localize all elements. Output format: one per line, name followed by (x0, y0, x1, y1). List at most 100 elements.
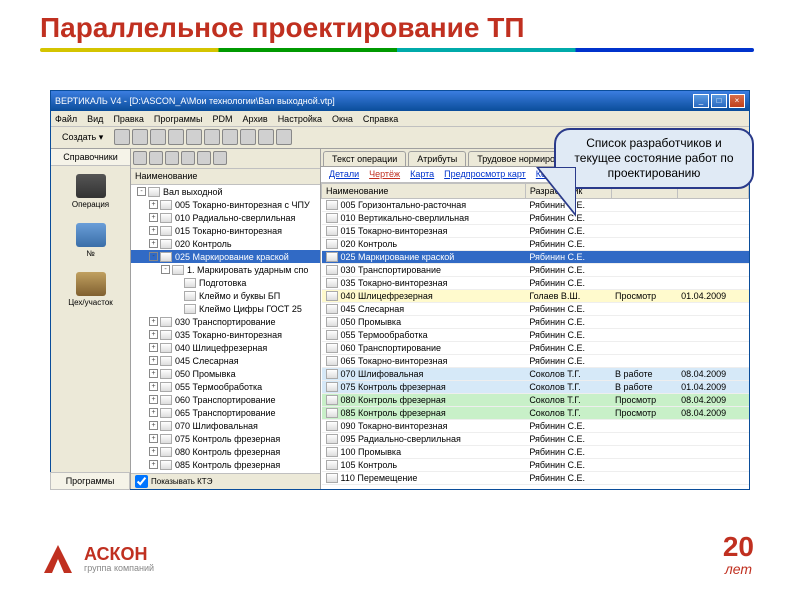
table-row[interactable]: 060 ТранспортированиеРябинин С.Е. (322, 342, 749, 355)
table-row[interactable]: 095 Радиально-сверлильнаяРябинин С.Е. (322, 433, 749, 446)
expander-icon[interactable]: + (149, 382, 158, 391)
tree-node[interactable]: +015 Токарно-винторезная (131, 224, 320, 237)
expander-icon[interactable]: - (137, 187, 146, 196)
tree-node[interactable]: Подготовка (131, 276, 320, 289)
expander-icon[interactable]: + (149, 226, 158, 235)
expander-icon[interactable]: + (149, 434, 158, 443)
expander-icon[interactable]: - (149, 252, 158, 261)
table-row[interactable]: 070 ШлифовальнаяСоколов Т.Г.В работе08.0… (322, 368, 749, 381)
tree-node[interactable]: +030 Транспортирование (131, 315, 320, 328)
expander-icon[interactable]: + (149, 213, 158, 222)
sub-link[interactable]: Чертёж (369, 169, 400, 180)
tree-body[interactable]: -Вал выходной+005 Токарно-винторезная с … (131, 185, 320, 473)
menu-Архив[interactable]: Архив (242, 114, 267, 124)
expander-icon[interactable]: + (149, 356, 158, 365)
tree-node[interactable]: +075 Контроль фрезерная (131, 432, 320, 445)
tree-node[interactable]: -1. Маркировать ударным спо (131, 263, 320, 276)
menu-Справка[interactable]: Справка (363, 114, 398, 124)
table-container[interactable]: НаименованиеРазработчик 005 Горизонтальн… (321, 183, 749, 489)
table-row[interactable]: 045 СлесарнаяРябинин С.Е. (322, 303, 749, 316)
menu-Программы[interactable]: Программы (154, 114, 203, 124)
view-tab[interactable]: Текст операции (323, 151, 406, 166)
tree-node[interactable]: +080 Контроль фрезерная (131, 445, 320, 458)
table-row[interactable]: 080 Контроль фрезернаяСоколов Т.Г.Просмо… (322, 394, 749, 407)
menu-Файл[interactable]: Файл (55, 114, 77, 124)
tree-node[interactable]: +060 Транспортирование (131, 393, 320, 406)
expander-icon[interactable]: + (149, 395, 158, 404)
tool-icon-5[interactable] (204, 129, 220, 145)
expander-icon[interactable]: - (161, 265, 170, 274)
table-row[interactable]: 040 ШлицефрезернаяГолаев В.Ш.Просмотр01.… (322, 290, 749, 303)
table-row[interactable]: 085 Контроль фрезернаяСоколов Т.Г.Просмо… (322, 407, 749, 420)
tree-node[interactable]: +085 Контроль фрезерная (131, 458, 320, 471)
expander-icon[interactable]: + (149, 408, 158, 417)
tool-icon-0[interactable] (114, 129, 130, 145)
table-row[interactable]: 100 ПромывкаРябинин С.Е. (322, 446, 749, 459)
sidebar-Операция[interactable]: Операция (51, 166, 130, 215)
table-row[interactable]: 055 ТермообработкаРябинин С.Е. (322, 329, 749, 342)
tree-node[interactable]: +020 Контроль (131, 237, 320, 250)
table-row[interactable]: 090 Токарно-винторезнаяРябинин С.Е. (322, 420, 749, 433)
tool-icon-4[interactable] (186, 129, 202, 145)
col-header[interactable]: Наименование (322, 184, 526, 199)
expander-icon[interactable]: + (149, 369, 158, 378)
sidebar-tab-ref[interactable]: Справочники (51, 149, 130, 166)
sidebar-№[interactable]: № (51, 215, 130, 264)
table-row[interactable]: 020 КонтрольРябинин С.Е. (322, 238, 749, 251)
menu-PDM[interactable]: PDM (212, 114, 232, 124)
tree-tool-5[interactable] (213, 151, 227, 165)
tool-icon-7[interactable] (240, 129, 256, 145)
tree-node[interactable]: Клеймо Цифры ГОСТ 25 (131, 302, 320, 315)
tree-tool-4[interactable] (197, 151, 211, 165)
tree-node[interactable]: +005 Токарно-винторезная с ЧПУ (131, 198, 320, 211)
tree-node[interactable]: -Вал выходной (131, 185, 320, 198)
tree-tool-3[interactable] (181, 151, 195, 165)
table-row[interactable]: 075 Контроль фрезернаяСоколов Т.Г.В рабо… (322, 381, 749, 394)
menu-Вид[interactable]: Вид (87, 114, 103, 124)
tool-icon-1[interactable] (132, 129, 148, 145)
table-row[interactable]: 015 Токарно-винторезнаяРябинин С.Е. (322, 225, 749, 238)
tree-tool-2[interactable] (165, 151, 179, 165)
table-row[interactable]: 035 Токарно-винторезнаяРябинин С.Е. (322, 277, 749, 290)
sidebar-Цех/участок[interactable]: Цех/участок (51, 264, 130, 313)
expander-icon[interactable]: + (149, 330, 158, 339)
menu-Окна[interactable]: Окна (332, 114, 353, 124)
create-button[interactable]: Создать ▾ (55, 130, 110, 145)
tree-node[interactable]: +035 Токарно-винторезная (131, 328, 320, 341)
tree-node[interactable]: +070 Шлифовальная (131, 419, 320, 432)
sub-link[interactable]: Детали (329, 169, 359, 180)
expander-icon[interactable]: + (149, 200, 158, 209)
view-tab[interactable]: Атрибуты (408, 151, 466, 166)
tree-node[interactable]: +045 Слесарная (131, 354, 320, 367)
tree-node[interactable]: Клеймо и буквы БП (131, 289, 320, 302)
tool-icon-9[interactable] (276, 129, 292, 145)
expander-icon[interactable]: + (149, 239, 158, 248)
tool-icon-3[interactable] (168, 129, 184, 145)
show-kte-checkbox[interactable] (135, 475, 148, 488)
tool-icon-8[interactable] (258, 129, 274, 145)
table-row[interactable]: 110 ПеремещениеРябинин С.Е. (322, 472, 749, 485)
sub-link[interactable]: Карта (410, 169, 434, 180)
tree-node[interactable]: +040 Шлицефрезерная (131, 341, 320, 354)
expander-icon[interactable]: + (149, 460, 158, 469)
expander-icon[interactable]: + (149, 447, 158, 456)
tree-tool-1[interactable] (149, 151, 163, 165)
table-row[interactable]: 105 КонтрольРябинин С.Е. (322, 459, 749, 472)
tree-node[interactable]: +010 Радиально-сверлильная (131, 211, 320, 224)
table-row[interactable]: 005 Горизонтально-расточнаяРябинин С.Е. (322, 199, 749, 212)
close-button[interactable]: × (729, 94, 745, 108)
tree-node[interactable]: +065 Транспортирование (131, 406, 320, 419)
tool-icon-2[interactable] (150, 129, 166, 145)
table-row[interactable]: 050 ПромывкаРябинин С.Е. (322, 316, 749, 329)
expander-icon[interactable]: + (149, 421, 158, 430)
expander-icon[interactable]: + (149, 317, 158, 326)
table-row[interactable]: 010 Вертикально-сверлильнаяРябинин С.Е. (322, 212, 749, 225)
table-row[interactable]: 025 Маркирование краскойРябинин С.Е. (322, 251, 749, 264)
tree-node[interactable]: +055 Термообработка (131, 380, 320, 393)
menu-Правка[interactable]: Правка (113, 114, 143, 124)
table-row[interactable]: 065 Токарно-винторезнаяРябинин С.Е. (322, 355, 749, 368)
tree-node[interactable]: +050 Промывка (131, 367, 320, 380)
table-row[interactable]: 030 ТранспортированиеРябинин С.Е. (322, 264, 749, 277)
tree-node[interactable]: -025 Маркирование краской (131, 250, 320, 263)
expander-icon[interactable]: + (149, 343, 158, 352)
